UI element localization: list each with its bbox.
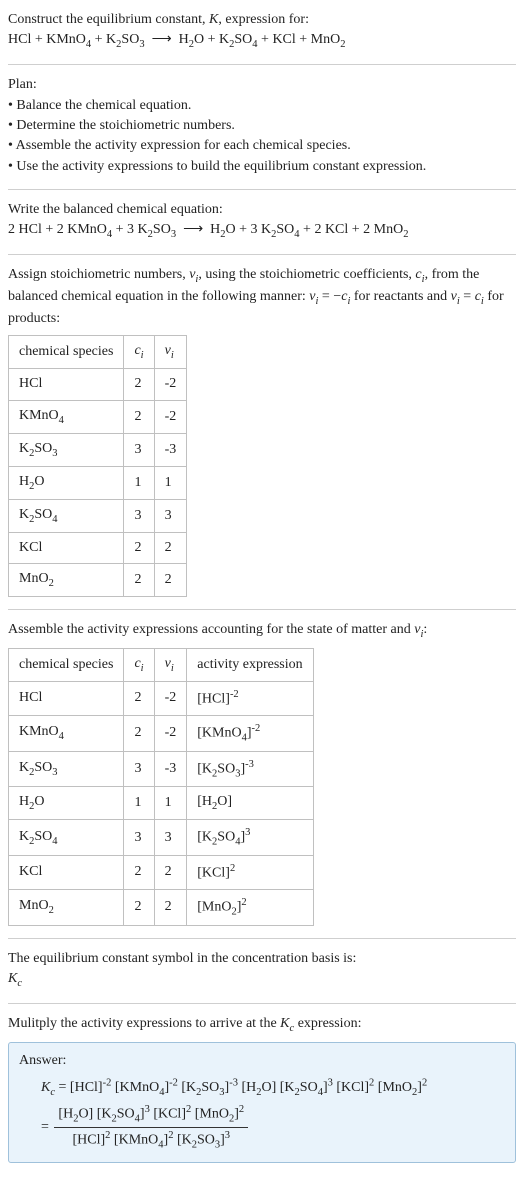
table-row: KMnO42-2 xyxy=(9,400,187,433)
multiply-text: Mulitply the activity expressions to arr… xyxy=(8,1014,516,1036)
symbol-section: The equilibrium constant symbol in the c… xyxy=(8,945,516,999)
table-row: HCl2-2[HCl]-2 xyxy=(9,682,314,716)
table-row: H2O11[H2O] xyxy=(9,787,314,820)
table-row: H2O11 xyxy=(9,466,187,499)
assign-section: Assign stoichiometric numbers, νi, using… xyxy=(8,261,516,605)
balanced-section: Write the balanced chemical equation: 2 … xyxy=(8,196,516,250)
answer-fraction: [H2O] [K2SO4]3 [KCl]2 [MnO2]2 [HCl]2 [KM… xyxy=(54,1102,248,1152)
assign-intro: Assign stoichiometric numbers, νi, using… xyxy=(8,265,516,329)
divider xyxy=(8,1003,516,1004)
plan-section: Plan: • Balance the chemical equation. •… xyxy=(8,71,516,184)
table-row: MnO222 xyxy=(9,564,187,597)
balanced-equation: 2 HCl + 2 KMnO4 + 3 K2SO3 ⟶ H2O + 3 K2SO… xyxy=(8,220,516,242)
multiply-section: Mulitply the activity expressions to arr… xyxy=(8,1010,516,1171)
plan-item: • Balance the chemical equation. xyxy=(8,96,516,116)
answer-flat: [HCl]-2 [KMnO4]-2 [K2SO3]-3 [H2O] [K2SO4… xyxy=(70,1080,427,1095)
symbol-kc: Kc xyxy=(8,969,516,991)
balanced-title: Write the balanced chemical equation: xyxy=(8,200,516,220)
table-row: KCl22 xyxy=(9,532,187,563)
symbol-text: The equilibrium constant symbol in the c… xyxy=(8,949,516,969)
problem-equation: HCl + KMnO4 + K2SO3 ⟶ H2O + K2SO4 + KCl … xyxy=(8,30,516,52)
plan-item: • Determine the stoichiometric numbers. xyxy=(8,116,516,136)
answer-lhs: Kc = xyxy=(41,1080,70,1095)
problem-statement: Construct the equilibrium constant, K, e… xyxy=(8,6,516,60)
stoich-table: chemical species ci νi HCl2-2 KMnO42-2 K… xyxy=(8,335,187,597)
plan-item: • Assemble the activity expression for e… xyxy=(8,136,516,156)
table-row: K2SO433[K2SO4]3 xyxy=(9,820,314,856)
col-activity: activity expression xyxy=(187,649,313,682)
activity-table: chemical species ci νi activity expressi… xyxy=(8,648,314,926)
col-species: chemical species xyxy=(9,336,124,369)
table-row: KMnO42-2[KMnO4]-2 xyxy=(9,716,314,752)
col-ci: ci xyxy=(124,649,154,682)
divider xyxy=(8,64,516,65)
answer-numerator: [H2O] [K2SO4]3 [KCl]2 [MnO2]2 xyxy=(54,1102,248,1128)
table-row: K2SO33-3[K2SO3]-3 xyxy=(9,751,314,787)
col-species: chemical species xyxy=(9,649,124,682)
table-row: chemical species ci νi xyxy=(9,336,187,369)
answer-denominator: [HCl]2 [KMnO4]2 [K2SO3]3 xyxy=(54,1128,248,1153)
col-ci: ci xyxy=(124,336,154,369)
problem-line1: Construct the equilibrium constant, K, e… xyxy=(8,10,516,30)
plan-title: Plan: xyxy=(8,75,516,95)
answer-equals: = xyxy=(41,1119,52,1134)
activity-intro: Assemble the activity expressions accoun… xyxy=(8,620,516,642)
divider xyxy=(8,189,516,190)
answer-label: Answer: xyxy=(19,1051,505,1071)
table-row: chemical species ci νi activity expressi… xyxy=(9,649,314,682)
activity-section: Assemble the activity expressions accoun… xyxy=(8,616,516,934)
table-row: MnO222[MnO2]2 xyxy=(9,890,314,926)
table-row: KCl22[KCl]2 xyxy=(9,856,314,890)
divider xyxy=(8,938,516,939)
col-vi: νi xyxy=(154,336,187,369)
table-row: HCl2-2 xyxy=(9,369,187,400)
plan-item: • Use the activity expressions to build … xyxy=(8,157,516,177)
table-row: K2SO433 xyxy=(9,499,187,532)
table-row: K2SO33-3 xyxy=(9,433,187,466)
divider xyxy=(8,609,516,610)
answer-expression: Kc = [HCl]-2 [KMnO4]-2 [K2SO3]-3 [H2O] [… xyxy=(19,1075,505,1152)
answer-box: Answer: Kc = [HCl]-2 [KMnO4]-2 [K2SO3]-3… xyxy=(8,1042,516,1163)
col-vi: νi xyxy=(154,649,187,682)
divider xyxy=(8,254,516,255)
